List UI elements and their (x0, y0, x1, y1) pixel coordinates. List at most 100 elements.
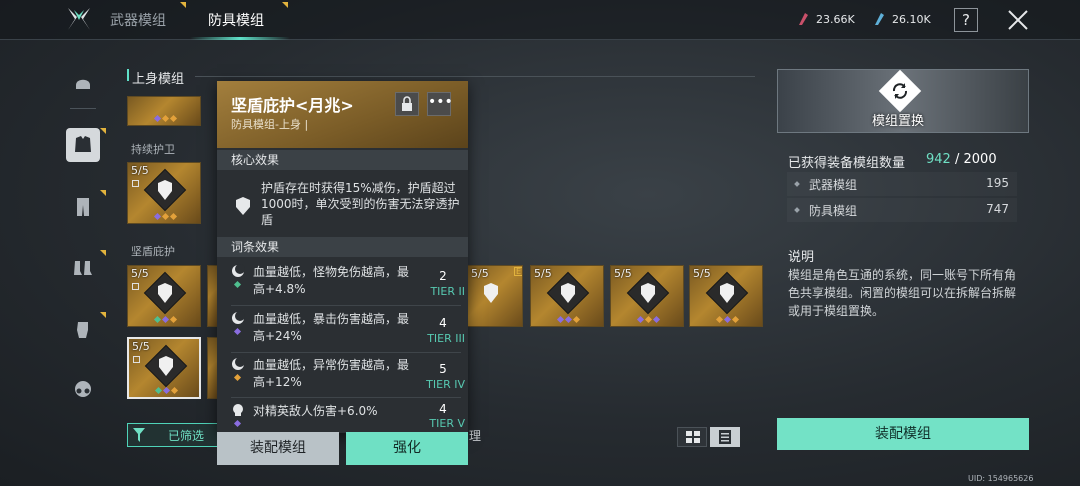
shield-emblem-icon (158, 283, 172, 303)
card-rank: 5/5 (471, 267, 489, 280)
lock-icon (402, 96, 412, 111)
module-card[interactable]: 5/5 (127, 162, 201, 224)
filter-icon (133, 428, 145, 442)
help-button[interactable]: ? (954, 8, 978, 32)
obtained-count: 942 / 2000 (926, 152, 997, 167)
side-nav-mask[interactable] (66, 372, 100, 406)
user-id: UID: 154965626 (968, 474, 1034, 483)
shield-emblem-icon (236, 197, 250, 215)
stat-row-armor: 防具模组 747 (787, 198, 1017, 222)
currency-blue-amount: 26.10K (892, 13, 931, 26)
leg-armor-icon (77, 198, 89, 216)
list-view-toggle[interactable] (710, 427, 740, 447)
side-nav-legs[interactable] (66, 190, 100, 224)
shield-emblem-icon (159, 356, 173, 376)
affix-divider (231, 352, 461, 353)
affix-divider (231, 305, 461, 306)
stat-label: 武器模组 (809, 178, 858, 192)
affix-text: 血量越低，暴击伤害越高，最高+24% (253, 312, 410, 343)
armor-vest-icon (75, 136, 91, 152)
active-tab-underline (190, 37, 290, 40)
module-card[interactable]: 5/5 (127, 265, 201, 327)
equip-module-main-button[interactable]: 装配模组 (777, 418, 1029, 450)
nav-corner-marker (100, 312, 106, 318)
obtained-separator: / (954, 152, 960, 167)
more-options-button[interactable]: ••• (427, 92, 453, 116)
nav-corner-marker (100, 128, 106, 134)
bullet (794, 207, 800, 213)
affix-text: 对精英敌人伤害+6.0% (253, 404, 378, 418)
module-type: 防具模组-上身 | (231, 118, 309, 131)
filter-label: 已筛选 (168, 429, 205, 443)
currency-red-amount: 23.66K (816, 13, 855, 26)
affix-level: 4 (439, 316, 447, 330)
nav-corner-marker (100, 250, 106, 256)
tab-armor-modules[interactable]: 防具模组 (208, 10, 264, 32)
gas-mask-icon (75, 381, 91, 397)
card-rank: 5/5 (534, 267, 552, 280)
equipped-badge: E (514, 267, 522, 276)
obtained-current: 942 (926, 152, 951, 167)
boots-icon (74, 261, 92, 275)
equip-module-button[interactable]: 装配模组 (217, 432, 339, 465)
core-effect-header: 核心效果 (217, 150, 468, 170)
stat-label: 防具模组 (809, 204, 858, 218)
affix-text: 血量越低，异常伤害越高，最高+12% (253, 358, 410, 389)
stat-value: 747 (986, 202, 1009, 216)
affix-tier: TIER IV (426, 378, 465, 391)
module-card-selected[interactable]: 5/5 (127, 337, 201, 399)
moon-icon (232, 357, 245, 370)
side-nav-helmet[interactable] (66, 66, 100, 100)
grid-icon (686, 431, 700, 443)
lock-toggle-button[interactable] (395, 92, 419, 116)
lock-icon (133, 356, 140, 363)
bullet (794, 181, 800, 187)
affix-rarity-dot (233, 327, 242, 336)
module-card[interactable]: 5/5 E (467, 265, 523, 327)
affix-divider (231, 397, 461, 398)
manage-button[interactable]: 理 (469, 427, 481, 444)
grid-view-toggle[interactable] (677, 427, 707, 447)
module-detail-popup: 坚盾庇护<月兆> 防具模组-上身 | ••• 核心效果 护盾存在时获得15%减伤… (217, 81, 468, 433)
obtained-count-label: 已获得装备模组数量 (788, 156, 906, 171)
affix-level: 2 (439, 269, 447, 283)
side-nav-gloves[interactable] (66, 312, 100, 346)
card-rank: 5/5 (132, 340, 150, 353)
tab-weapon-modules[interactable]: 武器模组 (110, 10, 166, 32)
stat-row-weapon: 武器模组 195 (787, 172, 1017, 196)
swap-label: 模组置换 (872, 114, 925, 129)
stat-value: 195 (986, 176, 1009, 190)
close-icon[interactable] (1006, 8, 1030, 32)
tab-corner-marker (282, 2, 288, 8)
group-label: 持续护卫 (131, 143, 175, 156)
affix-effect-header: 词条效果 (217, 237, 468, 257)
affix-text: 血量越低，怪物免伤越高，最高+4.8% (253, 265, 410, 296)
affix-tier: TIER III (427, 332, 465, 345)
moon-icon (232, 311, 245, 324)
nav-corner-marker (100, 190, 106, 196)
side-divider (70, 108, 96, 109)
card-rank: 5/5 (131, 267, 149, 280)
enhance-button[interactable]: 强化 (346, 432, 468, 465)
module-card[interactable] (127, 96, 201, 126)
affix-rarity-dot (233, 373, 242, 382)
module-card[interactable]: 5/5 (689, 265, 763, 327)
side-nav-boots[interactable] (66, 250, 100, 284)
affix-tier: TIER V (429, 417, 465, 430)
section-title: 上身模组 (132, 72, 185, 87)
lock-icon (132, 180, 139, 187)
swap-icon (892, 83, 908, 99)
module-card[interactable]: 5/5 (610, 265, 684, 327)
helmet-icon (76, 79, 90, 89)
affix-rarity-dot (233, 419, 242, 428)
shield-emblem-icon (641, 283, 655, 303)
side-nav-upper-body[interactable] (66, 128, 100, 162)
card-rank: 5/5 (614, 267, 632, 280)
obtained-total: 2000 (963, 152, 997, 167)
affix-level: 5 (439, 362, 447, 376)
skull-icon (233, 404, 243, 416)
game-logo-icon (68, 8, 90, 30)
module-card[interactable]: 5/5 (530, 265, 604, 327)
description-text: 模组是角色互通的系统，同一账号下所有角色共享模组。闲置的模组可以在拆解台拆解或用… (788, 268, 1017, 318)
affix-level: 4 (439, 402, 447, 416)
